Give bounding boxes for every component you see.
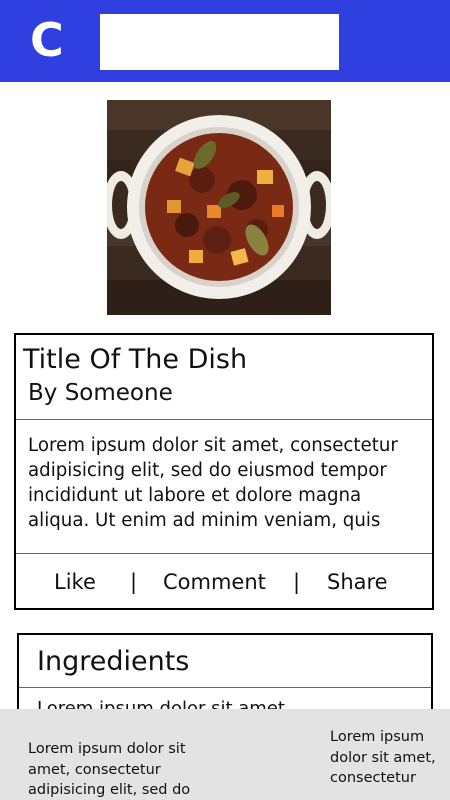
recipe-card-header: Title Of The Dish By Someone [16,335,432,420]
dish-photo[interactable] [107,100,331,315]
action-separator: | [130,570,138,594]
top-app-bar: C [0,0,450,82]
description-text: Lorem ipsum dolor sit amet, consectetur … [28,435,398,531]
panel-text-right: Lorem ipsum dolor sit amet, consectetur [330,729,436,786]
app-logo[interactable]: C [30,10,70,70]
share-button[interactable]: Share [327,568,388,596]
panel-text-left: Lorem ipsum dolor sit amet, consectetur … [28,741,191,798]
like-button[interactable]: Like [54,568,96,596]
search-input[interactable] [100,14,339,70]
recipe-description: Lorem ipsum dolor sit amet, consectetur … [16,419,432,554]
ingredients-header: Ingredients [19,635,431,688]
bottom-panel: Lorem ipsum dolor sit amet, consectetur … [0,709,450,800]
app-screen: C Title Of The Dish By Someone Lorem ips… [0,0,450,800]
comment-button[interactable]: Comment [163,568,266,596]
food-photo-icon [107,100,331,315]
dish-author[interactable]: By Someone [28,377,173,409]
dish-title: Title Of The Dish [23,344,248,375]
recipe-actions: Like | Comment | Share [16,554,432,610]
ingredients-title: Ingredients [37,646,190,677]
action-separator: | [293,570,301,594]
recipe-card: Title Of The Dish By Someone Lorem ipsum… [14,333,434,610]
